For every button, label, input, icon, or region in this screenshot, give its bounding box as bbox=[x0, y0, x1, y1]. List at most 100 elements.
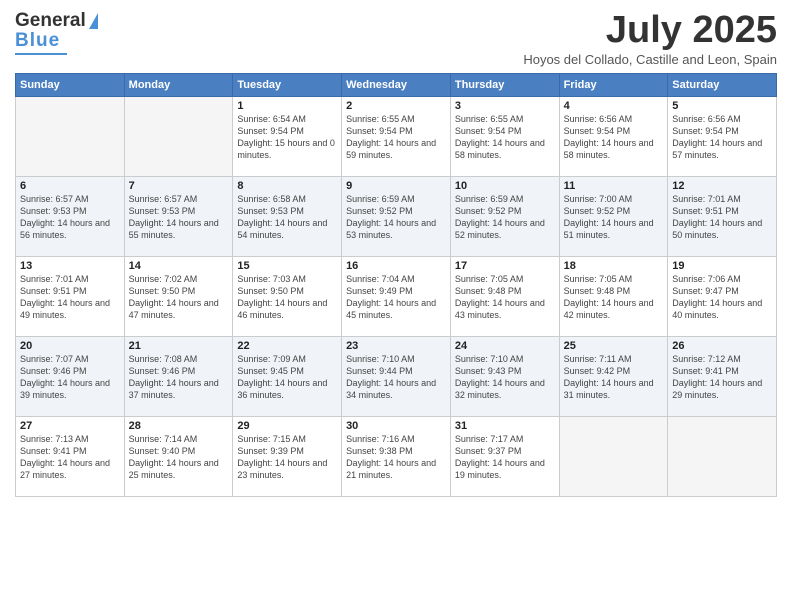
day-number: 16 bbox=[346, 260, 446, 272]
header: General Blue July 2025 Hoyos del Collado… bbox=[15, 10, 777, 67]
calendar-cell bbox=[668, 416, 777, 496]
calendar-cell: 28Sunrise: 7:14 AMSunset: 9:40 PMDayligh… bbox=[124, 416, 233, 496]
calendar-header-friday: Friday bbox=[559, 73, 668, 96]
calendar-cell: 25Sunrise: 7:11 AMSunset: 9:42 PMDayligh… bbox=[559, 336, 668, 416]
day-info: Sunrise: 7:03 AMSunset: 9:50 PMDaylight:… bbox=[237, 273, 337, 322]
day-info: Sunrise: 7:10 AMSunset: 9:43 PMDaylight:… bbox=[455, 353, 555, 402]
logo: General Blue bbox=[15, 10, 98, 55]
day-info: Sunrise: 7:13 AMSunset: 9:41 PMDaylight:… bbox=[20, 433, 120, 482]
day-number: 20 bbox=[20, 340, 120, 352]
logo-underline bbox=[15, 53, 67, 55]
subtitle: Hoyos del Collado, Castille and Leon, Sp… bbox=[523, 52, 777, 67]
day-number: 9 bbox=[346, 180, 446, 192]
day-info: Sunrise: 7:05 AMSunset: 9:48 PMDaylight:… bbox=[455, 273, 555, 322]
day-info: Sunrise: 7:01 AMSunset: 9:51 PMDaylight:… bbox=[20, 273, 120, 322]
day-info: Sunrise: 7:10 AMSunset: 9:44 PMDaylight:… bbox=[346, 353, 446, 402]
day-info: Sunrise: 6:54 AMSunset: 9:54 PMDaylight:… bbox=[237, 113, 337, 162]
day-number: 15 bbox=[237, 260, 337, 272]
day-number: 23 bbox=[346, 340, 446, 352]
calendar-cell: 31Sunrise: 7:17 AMSunset: 9:37 PMDayligh… bbox=[450, 416, 559, 496]
calendar-cell: 10Sunrise: 6:59 AMSunset: 9:52 PMDayligh… bbox=[450, 176, 559, 256]
calendar-week-row: 27Sunrise: 7:13 AMSunset: 9:41 PMDayligh… bbox=[16, 416, 777, 496]
calendar-cell: 18Sunrise: 7:05 AMSunset: 9:48 PMDayligh… bbox=[559, 256, 668, 336]
calendar-cell: 17Sunrise: 7:05 AMSunset: 9:48 PMDayligh… bbox=[450, 256, 559, 336]
day-number: 28 bbox=[129, 420, 229, 432]
day-info: Sunrise: 6:55 AMSunset: 9:54 PMDaylight:… bbox=[346, 113, 446, 162]
day-info: Sunrise: 6:56 AMSunset: 9:54 PMDaylight:… bbox=[564, 113, 664, 162]
day-number: 10 bbox=[455, 180, 555, 192]
day-number: 12 bbox=[672, 180, 772, 192]
calendar-cell: 29Sunrise: 7:15 AMSunset: 9:39 PMDayligh… bbox=[233, 416, 342, 496]
calendar-header-monday: Monday bbox=[124, 73, 233, 96]
calendar-cell: 2Sunrise: 6:55 AMSunset: 9:54 PMDaylight… bbox=[342, 96, 451, 176]
calendar-cell: 27Sunrise: 7:13 AMSunset: 9:41 PMDayligh… bbox=[16, 416, 125, 496]
day-number: 7 bbox=[129, 180, 229, 192]
day-info: Sunrise: 6:55 AMSunset: 9:54 PMDaylight:… bbox=[455, 113, 555, 162]
calendar-cell: 12Sunrise: 7:01 AMSunset: 9:51 PMDayligh… bbox=[668, 176, 777, 256]
calendar-cell: 21Sunrise: 7:08 AMSunset: 9:46 PMDayligh… bbox=[124, 336, 233, 416]
day-info: Sunrise: 7:02 AMSunset: 9:50 PMDaylight:… bbox=[129, 273, 229, 322]
day-number: 14 bbox=[129, 260, 229, 272]
day-number: 8 bbox=[237, 180, 337, 192]
calendar-cell: 1Sunrise: 6:54 AMSunset: 9:54 PMDaylight… bbox=[233, 96, 342, 176]
day-info: Sunrise: 7:01 AMSunset: 9:51 PMDaylight:… bbox=[672, 193, 772, 242]
day-info: Sunrise: 7:08 AMSunset: 9:46 PMDaylight:… bbox=[129, 353, 229, 402]
day-info: Sunrise: 7:09 AMSunset: 9:45 PMDaylight:… bbox=[237, 353, 337, 402]
month-title: July 2025 bbox=[523, 10, 777, 52]
calendar-cell: 22Sunrise: 7:09 AMSunset: 9:45 PMDayligh… bbox=[233, 336, 342, 416]
calendar-cell: 24Sunrise: 7:10 AMSunset: 9:43 PMDayligh… bbox=[450, 336, 559, 416]
day-info: Sunrise: 7:05 AMSunset: 9:48 PMDaylight:… bbox=[564, 273, 664, 322]
day-number: 26 bbox=[672, 340, 772, 352]
day-number: 11 bbox=[564, 180, 664, 192]
calendar-cell bbox=[16, 96, 125, 176]
day-number: 13 bbox=[20, 260, 120, 272]
calendar-header-saturday: Saturday bbox=[668, 73, 777, 96]
calendar-week-row: 6 Sunrise: 6:57 AMSunset: 9:53 PMDaylight… bbox=[16, 176, 777, 256]
calendar-cell: 13Sunrise: 7:01 AMSunset: 9:51 PMDayligh… bbox=[16, 256, 125, 336]
day-info: Sunrise: 7:14 AMSunset: 9:40 PMDaylight:… bbox=[129, 433, 229, 482]
calendar-cell: 7Sunrise: 6:57 AMSunset: 9:53 PMDaylight… bbox=[124, 176, 233, 256]
day-info: Sunrise: 7:00 AMSunset: 9:52 PMDaylight:… bbox=[564, 193, 664, 242]
day-info: Sunrise: 6:57 AMSunset: 9:53 PMDaylight:… bbox=[129, 193, 229, 242]
calendar-cell bbox=[124, 96, 233, 176]
page: General Blue July 2025 Hoyos del Collado… bbox=[0, 0, 792, 612]
calendar: SundayMondayTuesdayWednesdayThursdayFrid… bbox=[15, 73, 777, 497]
day-number: 31 bbox=[455, 420, 555, 432]
day-number: 17 bbox=[455, 260, 555, 272]
day-number: 4 bbox=[564, 100, 664, 112]
day-info: Sunrise: 6:59 AMSunset: 9:52 PMDaylight:… bbox=[455, 193, 555, 242]
day-number: 18 bbox=[564, 260, 664, 272]
day-info: Sunrise: 7:04 AMSunset: 9:49 PMDaylight:… bbox=[346, 273, 446, 322]
day-info: Sunrise: 7:11 AMSunset: 9:42 PMDaylight:… bbox=[564, 353, 664, 402]
day-info: Sunrise: 6:59 AMSunset: 9:52 PMDaylight:… bbox=[346, 193, 446, 242]
calendar-cell: 23Sunrise: 7:10 AMSunset: 9:44 PMDayligh… bbox=[342, 336, 451, 416]
day-number: 1 bbox=[237, 100, 337, 112]
day-number: 6 bbox=[20, 180, 120, 192]
calendar-cell: 5Sunrise: 6:56 AMSunset: 9:54 PMDaylight… bbox=[668, 96, 777, 176]
day-number: 21 bbox=[129, 340, 229, 352]
day-info: Sunrise: 6:58 AMSunset: 9:53 PMDaylight:… bbox=[237, 193, 337, 242]
calendar-cell: 26Sunrise: 7:12 AMSunset: 9:41 PMDayligh… bbox=[668, 336, 777, 416]
calendar-cell: 3Sunrise: 6:55 AMSunset: 9:54 PMDaylight… bbox=[450, 96, 559, 176]
title-block: July 2025 Hoyos del Collado, Castille an… bbox=[523, 10, 777, 67]
logo-general: General bbox=[15, 10, 86, 32]
calendar-week-row: 20Sunrise: 7:07 AMSunset: 9:46 PMDayligh… bbox=[16, 336, 777, 416]
calendar-week-row: 1Sunrise: 6:54 AMSunset: 9:54 PMDaylight… bbox=[16, 96, 777, 176]
calendar-header-sunday: Sunday bbox=[16, 73, 125, 96]
calendar-header-thursday: Thursday bbox=[450, 73, 559, 96]
calendar-cell bbox=[559, 416, 668, 496]
day-number: 29 bbox=[237, 420, 337, 432]
calendar-cell: 15Sunrise: 7:03 AMSunset: 9:50 PMDayligh… bbox=[233, 256, 342, 336]
calendar-cell: 6Sunrise: 6:57 AMSunset: 9:53 PMDaylight… bbox=[16, 176, 125, 256]
day-number: 19 bbox=[672, 260, 772, 272]
calendar-header-tuesday: Tuesday bbox=[233, 73, 342, 96]
logo-triangle-icon bbox=[89, 13, 98, 29]
day-number: 2 bbox=[346, 100, 446, 112]
calendar-header-row: SundayMondayTuesdayWednesdayThursdayFrid… bbox=[16, 73, 777, 96]
day-info: Sunrise: 7:07 AMSunset: 9:46 PMDaylight:… bbox=[20, 353, 120, 402]
day-number: 22 bbox=[237, 340, 337, 352]
day-number: 27 bbox=[20, 420, 120, 432]
calendar-cell: 19Sunrise: 7:06 AMSunset: 9:47 PMDayligh… bbox=[668, 256, 777, 336]
day-info: Sunrise: 7:16 AMSunset: 9:38 PMDaylight:… bbox=[346, 433, 446, 482]
day-info: Sunrise: 7:12 AMSunset: 9:41 PMDaylight:… bbox=[672, 353, 772, 402]
